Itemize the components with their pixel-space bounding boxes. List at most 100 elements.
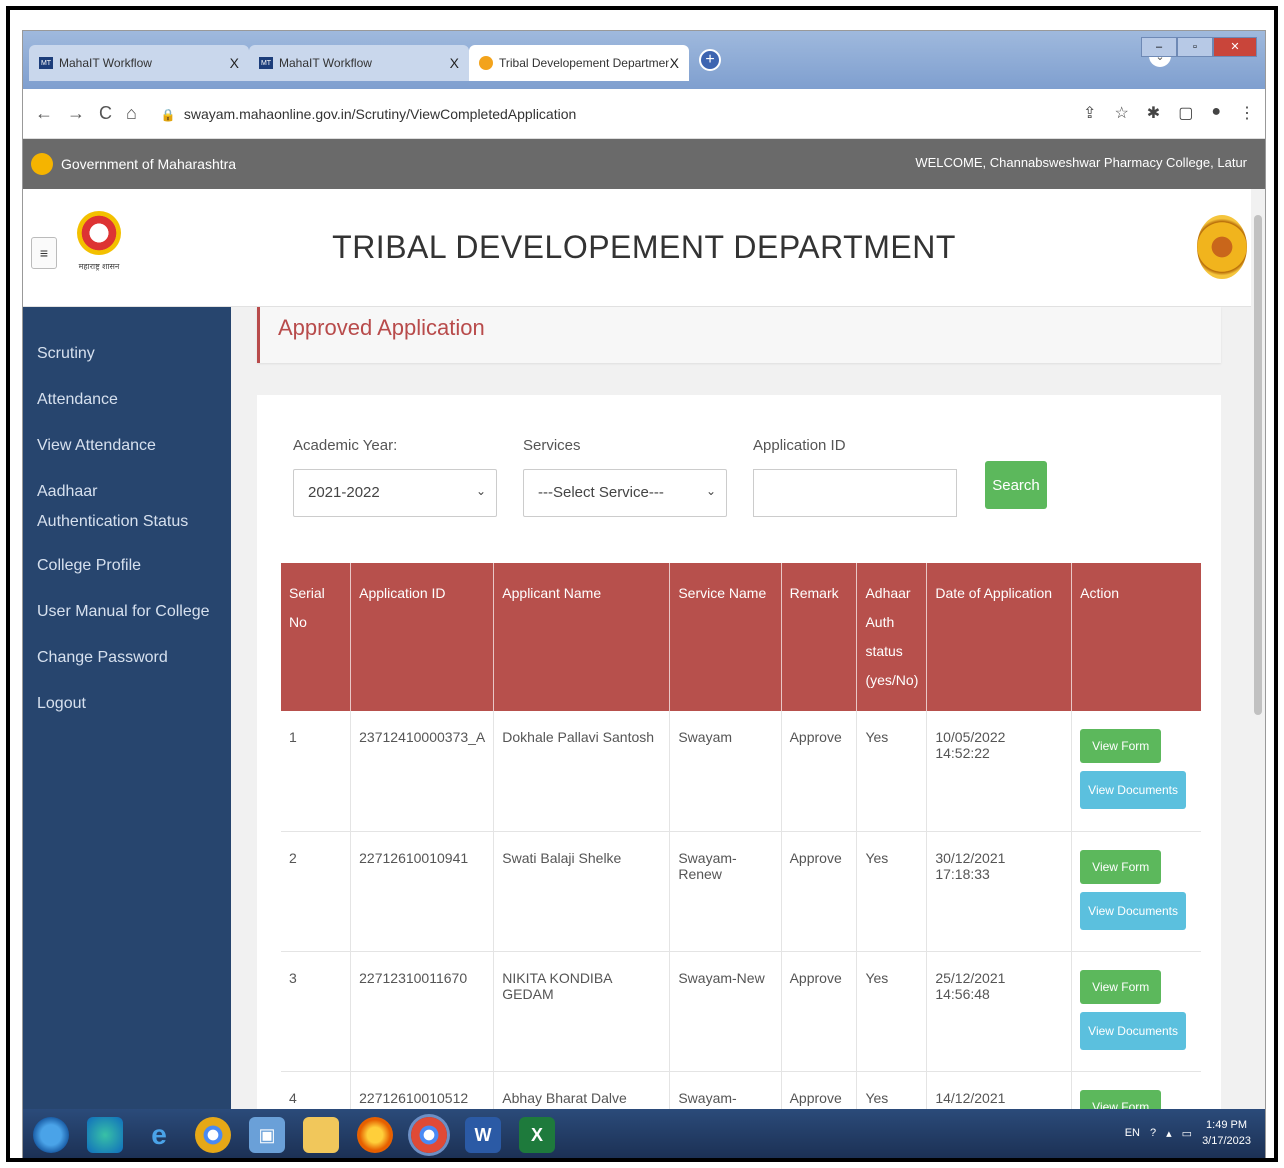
profile-avatar[interactable]: ● [1211, 103, 1221, 123]
search-button[interactable]: Search [985, 461, 1047, 509]
chevron-down-icon: ⌄ [705, 484, 716, 498]
share-icon[interactable]: ⇪ [1083, 103, 1096, 123]
chevron-down-icon: ⌄ [475, 484, 486, 498]
sidebar-item-aadhaar-status[interactable]: Aadhaar Authentication Status [23, 469, 213, 543]
gov-org: Government of Maharashtra [61, 156, 237, 172]
close-tab-icon[interactable]: X [670, 55, 679, 71]
internet-explorer-icon[interactable]: e [141, 1117, 177, 1153]
sidebar: Scrutiny Attendance View Attendance Aadh… [23, 307, 231, 1158]
url-field[interactable]: 🔒 swayam.mahaonline.gov.in/Scrutiny/ViewC… [161, 106, 576, 122]
sidebar-item-view-attendance[interactable]: View Attendance [23, 423, 231, 469]
minimize-button[interactable]: – [1141, 37, 1177, 57]
sidebar-item-scrutiny[interactable]: Scrutiny [23, 331, 231, 377]
col-application-id: Application ID [350, 563, 495, 711]
edge-icon[interactable] [87, 1117, 123, 1153]
maximize-button[interactable]: ▫ [1177, 37, 1213, 57]
start-button-icon[interactable] [33, 1117, 69, 1153]
col-applicant-name: Applicant Name [493, 563, 671, 711]
welcome-text: WELCOME, Channabsweshwar Pharmacy Colleg… [915, 155, 1247, 170]
cell-applicant-name: NIKITA KONDIBA GEDAM [493, 951, 671, 1072]
maharashtra-seal [1197, 215, 1247, 279]
word-icon[interactable]: W [465, 1117, 501, 1153]
sidebar-item-change-password[interactable]: Change Password [23, 635, 231, 681]
seal-icon [479, 56, 493, 70]
back-icon[interactable]: ← [35, 103, 53, 124]
sidebar-item-user-manual[interactable]: User Manual for College [23, 589, 231, 635]
chrome-active-icon[interactable] [411, 1117, 447, 1153]
table-row: 1 23712410000373_A Dokhale Pallavi Santo… [281, 711, 1201, 832]
window-controls: – ▫ ✕ [1141, 37, 1257, 57]
close-window-button[interactable]: ✕ [1213, 37, 1257, 57]
view-form-button[interactable]: View Form [1080, 849, 1162, 884]
cell-serial: 2 [281, 831, 352, 952]
academic-year-select[interactable]: 2021-2022 ⌄ [293, 469, 497, 517]
language-indicator[interactable]: EN [1125, 1127, 1140, 1139]
table-header-row: Serial No Application ID Applicant Name … [281, 563, 1201, 711]
table-row: 3 22712310011670 NIKITA KONDIBA GEDAM Sw… [281, 951, 1201, 1072]
clock[interactable]: 1:49 PM 3/17/2023 [1202, 1117, 1251, 1149]
scrollbar-thumb[interactable] [1254, 215, 1262, 715]
col-action: Action [1071, 563, 1201, 711]
excel-icon[interactable]: X [519, 1117, 555, 1153]
cell-remark: Approve [781, 711, 858, 832]
page-scrollbar[interactable] [1251, 189, 1265, 1109]
clock-time: 1:49 PM [1206, 1119, 1248, 1131]
home-icon[interactable]: ⌂ [126, 103, 137, 124]
folder-icon[interactable] [303, 1117, 339, 1153]
firefox-icon[interactable] [357, 1117, 393, 1153]
extensions-icon[interactable]: ✱ [1147, 103, 1160, 123]
close-tab-icon[interactable]: X [450, 55, 459, 71]
network-icon[interactable]: ▭ [1182, 1127, 1192, 1140]
view-documents-button[interactable]: View Documents [1080, 771, 1186, 809]
sidebar-item-college-profile[interactable]: College Profile [23, 543, 231, 589]
cell-remark: Approve [781, 951, 858, 1072]
reload-icon[interactable]: C [99, 103, 112, 124]
cell-application-id: 22712610010941 [350, 831, 495, 952]
new-tab-button[interactable]: + [699, 49, 721, 71]
sidepanel-icon[interactable]: ▢ [1178, 103, 1193, 123]
cell-action: View Form View Documents [1071, 831, 1201, 952]
cell-serial: 1 [281, 711, 352, 832]
computer-icon[interactable]: ▣ [249, 1117, 285, 1153]
col-serial: Serial No [281, 563, 352, 711]
table-row: 2 22712610010941 Swati Balaji Shelke Swa… [281, 831, 1201, 952]
cell-application-id: 23712410000373_A [350, 711, 495, 832]
chrome-icon[interactable] [195, 1117, 231, 1153]
cell-auth-status: Yes [856, 951, 928, 1072]
cell-action: View Form View Documents [1071, 711, 1201, 832]
col-date: Date of Application [926, 563, 1073, 711]
cell-auth-status: Yes [856, 711, 928, 832]
services-select[interactable]: ---Select Service--- ⌄ [523, 469, 727, 517]
gov-bar: Government of Maharashtra WELCOME, Chann… [23, 139, 1265, 189]
sidebar-item-attendance[interactable]: Attendance [23, 377, 231, 423]
tab-1[interactable]: MT MahaIT Workflow X [29, 45, 249, 81]
view-documents-button[interactable]: View Documents [1080, 1011, 1186, 1050]
browser-actions: ⇪ ☆ ✱ ▢ ● ⋮ [1083, 103, 1255, 123]
forward-icon[interactable]: → [67, 103, 85, 124]
tab-bar: MT MahaIT Workflow X MT MahaIT Workflow … [23, 31, 1265, 89]
cell-applicant-name: Dokhale Pallavi Santosh [493, 711, 671, 832]
view-form-button[interactable]: View Form [1080, 729, 1162, 763]
cell-service-name: Swayam [669, 711, 782, 832]
mahait-icon: MT [259, 57, 273, 69]
clock-date: 3/17/2023 [1202, 1135, 1251, 1147]
col-remark: Remark [781, 563, 858, 711]
sidebar-item-logout[interactable]: Logout [23, 681, 231, 727]
tray-arrow-icon[interactable]: ▴ [1166, 1127, 1172, 1140]
tab-3-active[interactable]: Tribal Developement Department X [469, 45, 689, 81]
address-bar: ← → C ⌂ 🔒 swayam.mahaonline.gov.in/Scruti… [23, 89, 1265, 139]
application-id-input[interactable] [753, 469, 957, 517]
cell-application-id: 22712310011670 [350, 951, 495, 1072]
star-icon[interactable]: ☆ [1114, 103, 1128, 123]
tab-2[interactable]: MT MahaIT Workflow X [249, 45, 469, 81]
cell-date: 10/05/2022 14:52:22 [926, 711, 1073, 832]
view-form-button[interactable]: View Form [1080, 969, 1162, 1004]
cell-service-name: Swayam-New [669, 951, 782, 1072]
help-icon[interactable]: ? [1150, 1127, 1156, 1139]
url-text: swayam.mahaonline.gov.in/Scrutiny/ViewCo… [183, 105, 577, 122]
close-tab-icon[interactable]: X [230, 55, 239, 71]
view-documents-button[interactable]: View Documents [1080, 891, 1186, 930]
academic-year-value: 2021-2022 [308, 484, 380, 501]
menu-dots-icon[interactable]: ⋮ [1239, 103, 1255, 123]
browser-window: MT MahaIT Workflow X MT MahaIT Workflow … [22, 30, 1266, 1158]
